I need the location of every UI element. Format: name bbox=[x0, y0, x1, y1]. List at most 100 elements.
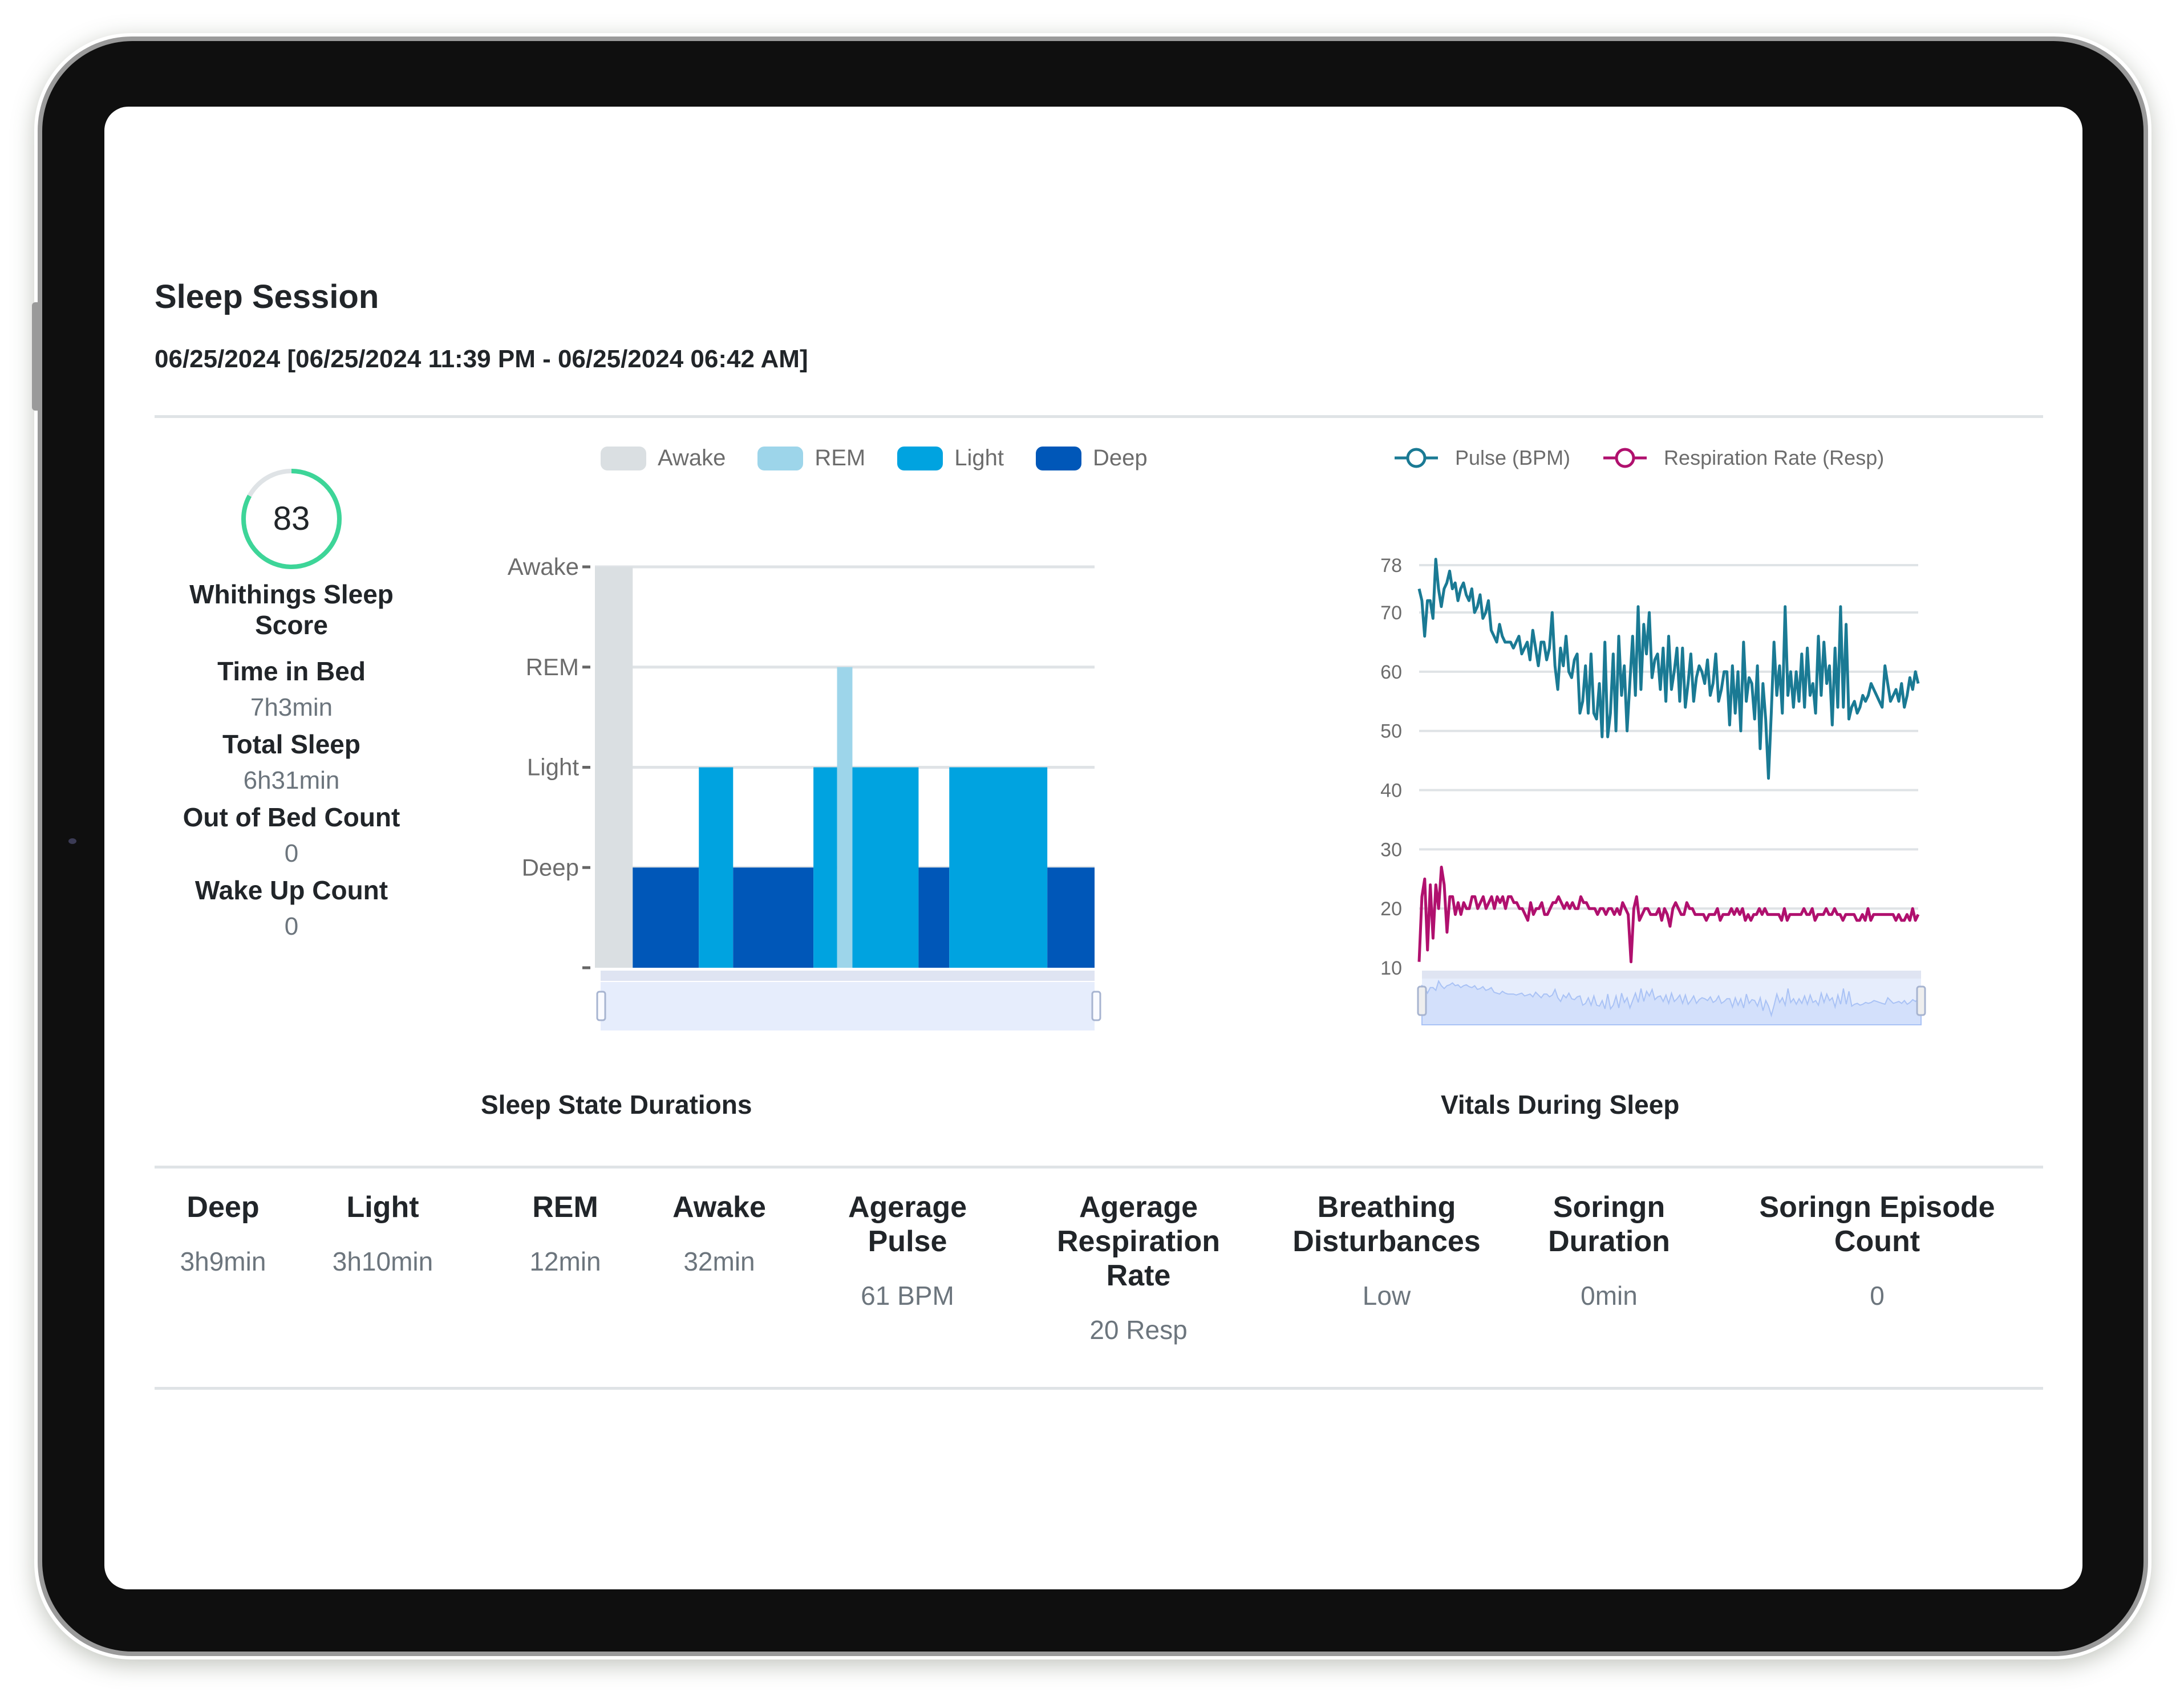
sleep-segment-deep bbox=[633, 867, 699, 968]
sleep-score-value: 83 bbox=[273, 500, 310, 537]
range-slider-track bbox=[1422, 971, 1921, 979]
stat-awake: Awake 32min bbox=[662, 1190, 776, 1277]
side-button bbox=[32, 302, 39, 411]
y-tick-label: 50 bbox=[1380, 721, 1402, 742]
screen: Sleep Session 06/25/2024 [06/25/2024 11:… bbox=[104, 107, 2082, 1589]
legend-label-respiration: Respiration Rate (Resp) bbox=[1664, 446, 1885, 469]
wake-up-count-label: Wake Up Count bbox=[195, 875, 388, 905]
stat-rem: REM 12min bbox=[508, 1190, 622, 1277]
total-sleep-label: Total Sleep bbox=[222, 729, 360, 759]
stat-average-pulse-label: Agerage Pulse bbox=[848, 1191, 967, 1258]
range-slider-handle-left bbox=[1417, 985, 1427, 1016]
stat-snoring-duration-value: 0min bbox=[1581, 1281, 1638, 1310]
legend-item-deep[interactable]: Deep bbox=[1035, 445, 1148, 471]
camera-dot bbox=[68, 838, 76, 844]
sleep-segment-rem bbox=[837, 667, 853, 968]
stat-breathing-disturbances: Breathing Disturbances Low bbox=[1287, 1190, 1486, 1311]
legend-label-awake: Awake bbox=[658, 445, 726, 470]
legend-item-pulse[interactable]: Pulse (BPM) bbox=[1393, 445, 1570, 470]
y-tick-label-deep: Deep bbox=[522, 854, 579, 881]
pulse-line bbox=[1417, 558, 1920, 780]
top-divider bbox=[155, 415, 2043, 418]
legend-item-respiration[interactable]: Respiration Rate (Resp) bbox=[1602, 445, 1884, 470]
y-tick-label: 20 bbox=[1380, 898, 1402, 920]
stat-deep-label: Deep bbox=[187, 1191, 260, 1224]
vitals-chart-legend: Pulse (BPM) Respiration Rate (Resp) bbox=[1393, 445, 1916, 470]
legend-item-light[interactable]: Light bbox=[897, 445, 1004, 471]
stat-breathing-disturbances-value: Low bbox=[1362, 1281, 1411, 1310]
y-tick-label: 40 bbox=[1380, 780, 1402, 802]
sleep-segment-deep bbox=[1047, 867, 1095, 968]
stat-light-value: 3h10min bbox=[332, 1247, 433, 1276]
stat-snoring-episode-count-label: Soringn Episode Count bbox=[1759, 1191, 1995, 1258]
legend-item-awake[interactable]: Awake bbox=[601, 445, 726, 471]
stat-rem-value: 12min bbox=[529, 1247, 601, 1276]
vitals-chart-title: Vitals During Sleep bbox=[1441, 1090, 1680, 1119]
sleep-state-chart: Deep Light REM Awake bbox=[508, 553, 1101, 1030]
legend-swatch-deep bbox=[1035, 446, 1081, 470]
legend-label-pulse: Pulse (BPM) bbox=[1455, 446, 1571, 469]
sleep-chart-legend: Awake REM Light Deep bbox=[601, 445, 1180, 471]
bottom-divider bbox=[155, 1387, 2043, 1390]
respiration-line bbox=[1417, 866, 1920, 964]
time-in-bed-value: 7h3min bbox=[250, 693, 333, 721]
legend-label-deep: Deep bbox=[1092, 445, 1148, 470]
sleep-score-label: Whithings Sleep Score bbox=[189, 579, 394, 640]
y-tick-label-light: Light bbox=[527, 754, 579, 781]
stat-deep: Deep 3h9min bbox=[166, 1190, 280, 1277]
sleep-segment-light bbox=[852, 767, 919, 968]
legend-swatch-rem bbox=[757, 446, 804, 470]
out-of-bed-count-label: Out of Bed Count bbox=[183, 802, 400, 832]
stat-awake-value: 32min bbox=[683, 1247, 755, 1276]
y-tick-label-awake: Awake bbox=[508, 553, 579, 580]
stat-light-label: Light bbox=[346, 1191, 419, 1224]
y-tick-label: 70 bbox=[1380, 602, 1402, 624]
legend-swatch-awake bbox=[601, 446, 646, 470]
range-slider-handle-right bbox=[1091, 991, 1101, 1021]
respiration-legend-icon bbox=[1603, 448, 1647, 468]
sleep-segment-deep bbox=[733, 867, 814, 968]
stat-deep-value: 3h9min bbox=[180, 1247, 266, 1276]
sleep-segment-deep bbox=[918, 867, 950, 968]
wake-up-count-value: 0 bbox=[284, 912, 299, 940]
sleep-segment-light bbox=[949, 767, 1048, 968]
sleep-segment-light bbox=[699, 767, 734, 968]
page-title: Sleep Session bbox=[155, 278, 379, 315]
pulse-legend-icon bbox=[1395, 448, 1438, 468]
range-slider-window bbox=[601, 982, 1095, 1030]
stat-light: Light 3h10min bbox=[326, 1190, 440, 1277]
legend-label-light: Light bbox=[954, 445, 1004, 470]
time-in-bed-label: Time in Bed bbox=[217, 656, 366, 686]
stat-rem-label: REM bbox=[532, 1191, 598, 1224]
total-sleep-value: 6h31min bbox=[243, 766, 340, 794]
stat-snoring-duration-label: Soringn Duration bbox=[1548, 1191, 1670, 1258]
range-slider-track bbox=[601, 971, 1095, 981]
stat-average-pulse-value: 61 BPM bbox=[861, 1281, 954, 1310]
vitals-chart: 10 20 30 40 50 60 70 78 bbox=[1380, 555, 1926, 1025]
stat-snoring-duration: Soringn Duration 0min bbox=[1535, 1190, 1683, 1311]
stat-awake-label: Awake bbox=[672, 1191, 766, 1224]
y-tick-label: 60 bbox=[1380, 662, 1402, 683]
sleep-segment-awake bbox=[595, 567, 633, 968]
sleep-score-ring: 83 bbox=[238, 466, 345, 572]
y-tick-label-rem: REM bbox=[526, 654, 579, 680]
middle-divider bbox=[155, 1166, 2043, 1168]
legend-swatch-light bbox=[897, 446, 943, 470]
sleep-stats-row: Deep 3h9min Light 3h10min REM 12min Awak… bbox=[155, 1190, 2043, 1378]
legend-label-rem: REM bbox=[815, 445, 866, 470]
stat-breathing-disturbances-label: Breathing Disturbances bbox=[1292, 1191, 1481, 1258]
stat-average-respiration-value: 20 Resp bbox=[1089, 1315, 1188, 1345]
stat-average-respiration: Agerage Respiration Rate 20 Resp bbox=[1044, 1190, 1233, 1345]
stat-average-respiration-label: Agerage Respiration Rate bbox=[1056, 1191, 1221, 1292]
stat-snoring-episode-count-value: 0 bbox=[1870, 1281, 1885, 1310]
sleep-score-panel: 83 Whithings Sleep Score Time in Bed 7h3… bbox=[155, 466, 428, 945]
y-tick-label: 78 bbox=[1380, 555, 1402, 577]
y-tick-label: 30 bbox=[1380, 839, 1402, 861]
y-tick-label: 10 bbox=[1380, 957, 1402, 979]
stat-average-pulse: Agerage Pulse 61 BPM bbox=[845, 1190, 970, 1311]
range-slider-handle-left bbox=[596, 991, 606, 1021]
legend-item-rem[interactable]: REM bbox=[757, 445, 865, 471]
sleep-segment-light bbox=[813, 767, 837, 968]
stat-snoring-episode-count: Soringn Episode Count 0 bbox=[1746, 1190, 2008, 1311]
session-date-range: 06/25/2024 [06/25/2024 11:39 PM - 06/25/… bbox=[155, 345, 808, 373]
